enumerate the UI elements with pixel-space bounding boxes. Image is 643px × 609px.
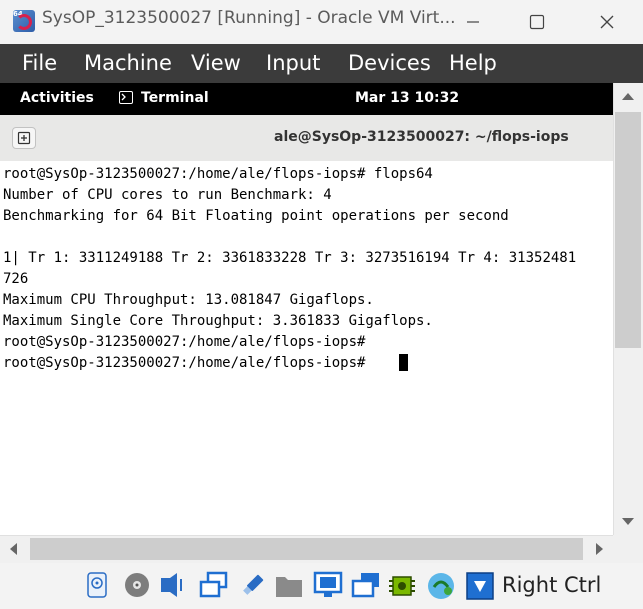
usb-icon[interactable] [239,571,265,597]
optical-drive-icon[interactable] [123,571,149,597]
window-title: SysOP_3123500027 [Running] - Oracle VM V… [42,8,456,28]
terminal-line: root@SysOp-3123500027:/home/ale/flops-io… [3,334,366,350]
terminal-app-menu[interactable]: Terminal [141,90,209,106]
terminal-output[interactable]: root@SysOp-3123500027:/home/ale/flops-io… [0,161,613,535]
scroll-down-button[interactable] [615,510,641,532]
scroll-left-button[interactable] [2,538,26,560]
minimize-icon [467,21,479,23]
minimize-button[interactable] [450,0,496,44]
maximize-button[interactable] [514,0,560,44]
menu-view[interactable]: View [191,44,241,83]
terminal-line: root@SysOp-3123500027:/home/ale/flops-io… [3,166,433,182]
plus-icon [17,131,31,145]
arrow-right-icon [596,543,603,555]
close-icon [600,15,614,29]
display-icon[interactable] [313,571,343,597]
keyboard-capture-icon[interactable] [465,571,494,600]
hard-disk-icon[interactable] [84,571,110,598]
shared-folders-icon[interactable] [274,571,302,597]
terminal-prompt-line: root@SysOp-3123500027:/home/ale/flops-io… [3,355,374,371]
new-tab-button[interactable] [12,127,36,149]
text-cursor [399,354,408,371]
close-button[interactable] [584,0,630,44]
menu-machine[interactable]: Machine [84,44,172,83]
menu-input[interactable]: Input [266,44,320,83]
terminal-line: 1| Tr 1: 3311249188 Tr 2: 3361833228 Tr … [3,250,577,266]
terminal-app-icon [119,91,133,104]
menu-help[interactable]: Help [449,44,497,83]
host-key-label: Right Ctrl [502,573,602,597]
vertical-scroll-thumb[interactable] [615,112,641,348]
arrow-left-icon [10,543,17,555]
terminal-line: Number of CPU cores to run Benchmark: 4 [3,187,332,203]
arrow-up-icon [622,93,634,100]
terminal-line: Benchmarking for 64 Bit Floating point o… [3,208,509,224]
terminal-title: ale@SysOp-3123500027: ~/flops-iops [274,129,569,145]
virtualbox-app-icon: 64 [13,10,35,32]
horizontal-scroll-thumb[interactable] [30,538,583,560]
activities-button[interactable]: Activities [20,90,94,106]
audio-icon[interactable] [157,571,183,597]
menu-file[interactable]: File [22,44,57,83]
cpu-icon[interactable] [387,571,415,597]
terminal-line: 726 [3,271,29,287]
clock[interactable]: Mar 13 10:32 [355,90,459,106]
recording-icon[interactable] [351,571,379,598]
scroll-right-button[interactable] [587,538,611,560]
arrow-down-icon [622,518,634,525]
mouse-integration-icon[interactable] [426,571,454,599]
network-icon[interactable] [199,571,228,598]
menu-devices[interactable]: Devices [348,44,431,83]
scroll-up-button[interactable] [615,85,641,107]
terminal-line: Maximum Single Core Throughput: 3.361833… [3,313,433,329]
scroll-corner [613,535,643,563]
maximize-icon [529,14,545,30]
terminal-line: Maximum CPU Throughput: 13.081847 Gigafl… [3,292,374,308]
